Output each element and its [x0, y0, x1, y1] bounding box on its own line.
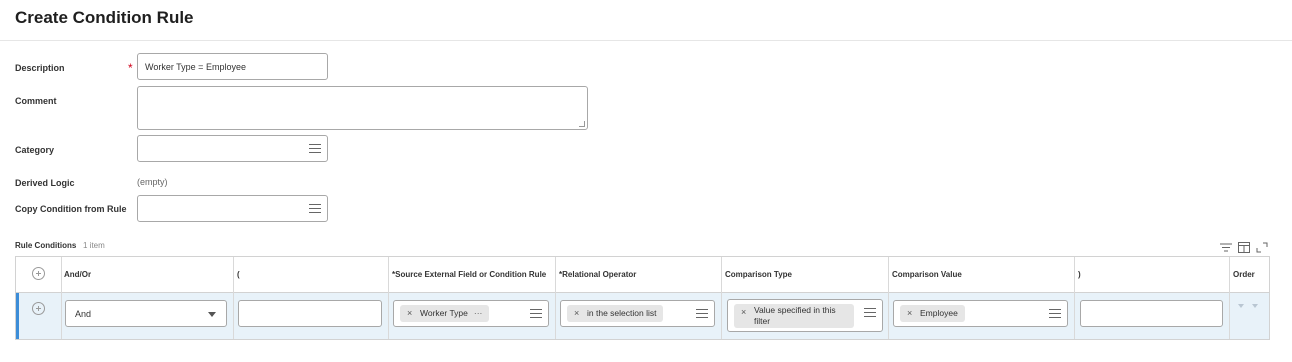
comparison-value-pill[interactable]: × Employee: [900, 305, 965, 322]
remove-icon[interactable]: ×: [741, 307, 746, 318]
copy-condition-label: Copy Condition from Rule: [15, 204, 127, 214]
column-header-comparison-type[interactable]: Comparison Type: [725, 270, 792, 279]
page-title: Create Condition Rule: [15, 8, 194, 27]
source-field-prompt[interactable]: × Worker Type ···: [393, 300, 549, 327]
expand-icon[interactable]: [1256, 240, 1268, 253]
column-header-and-or[interactable]: And/Or: [64, 270, 91, 279]
column-header-open-paren[interactable]: (: [237, 270, 240, 279]
column-divider: [888, 257, 889, 339]
source-field-pill[interactable]: × Worker Type ···: [400, 305, 490, 322]
chevron-down-icon: [208, 312, 216, 317]
add-row-icon[interactable]: [32, 267, 45, 280]
column-header-order[interactable]: Order: [1233, 270, 1255, 279]
remove-icon[interactable]: ×: [407, 305, 412, 322]
move-down-icon[interactable]: [1252, 304, 1258, 308]
category-prompt[interactable]: [137, 135, 328, 162]
list-icon[interactable]: [1049, 309, 1061, 318]
remove-icon[interactable]: ×: [907, 305, 912, 322]
open-paren-input[interactable]: [238, 300, 382, 327]
relational-operator-pill[interactable]: × in the selection list: [567, 305, 664, 322]
relational-operator-prompt[interactable]: × in the selection list: [560, 300, 715, 327]
description-input[interactable]: Worker Type = Employee: [137, 53, 328, 80]
rule-conditions-label: Rule Conditions: [15, 241, 77, 250]
grid-toolbar: [1220, 240, 1268, 253]
list-icon[interactable]: [530, 309, 542, 318]
copy-condition-prompt[interactable]: [137, 195, 328, 222]
columns-icon[interactable]: [1238, 240, 1250, 253]
move-down-icon[interactable]: [1238, 304, 1244, 308]
column-divider: [61, 257, 62, 339]
comparison-value-prompt[interactable]: × Employee: [893, 300, 1068, 327]
column-header-relational-operator[interactable]: *Relational Operator: [559, 270, 636, 279]
insert-row-icon[interactable]: [32, 302, 45, 315]
title-divider: [0, 40, 1292, 41]
rule-conditions-grid: And/Or ( *Source External Field or Condi…: [15, 256, 1270, 340]
comment-label: Comment: [15, 96, 57, 106]
derived-logic-label: Derived Logic: [15, 178, 75, 188]
rule-conditions-count: 1 item: [83, 241, 105, 250]
column-header-source-field[interactable]: *Source External Field or Condition Rule: [392, 270, 546, 279]
filter-icon[interactable]: [1220, 240, 1232, 252]
comparison-type-value: Value specified in this filter: [754, 305, 836, 326]
comment-textarea[interactable]: [137, 86, 588, 130]
column-header-comparison-value[interactable]: Comparison Value: [892, 270, 962, 279]
remove-icon[interactable]: ×: [574, 305, 579, 322]
close-paren-input[interactable]: [1080, 300, 1223, 327]
list-icon[interactable]: [696, 309, 708, 318]
description-label: Description: [15, 63, 65, 73]
more-icon[interactable]: ···: [474, 308, 483, 318]
comparison-type-pill[interactable]: × Value specified in this filter: [734, 304, 854, 328]
source-field-value: Worker Type: [420, 308, 468, 318]
column-divider: [1074, 257, 1075, 339]
column-divider: [721, 257, 722, 339]
column-divider: [1229, 257, 1230, 339]
column-divider: [555, 257, 556, 339]
list-icon[interactable]: [864, 308, 876, 317]
column-divider: [388, 257, 389, 339]
required-indicator: *: [128, 61, 133, 75]
grid-header-row: And/Or ( *Source External Field or Condi…: [16, 257, 1269, 293]
list-icon[interactable]: [309, 144, 321, 153]
resize-handle-icon[interactable]: [579, 121, 585, 127]
column-divider: [233, 257, 234, 339]
derived-logic-value: (empty): [137, 177, 168, 187]
and-or-value: And: [75, 309, 92, 319]
category-label: Category: [15, 145, 55, 155]
description-value: Worker Type = Employee: [145, 62, 246, 72]
and-or-select[interactable]: And: [65, 300, 227, 327]
comparison-type-prompt[interactable]: × Value specified in this filter: [727, 299, 883, 332]
comparison-value-value: Employee: [920, 308, 958, 318]
relational-operator-value: in the selection list: [587, 308, 657, 318]
list-icon[interactable]: [309, 204, 321, 213]
column-header-close-paren[interactable]: ): [1078, 270, 1081, 279]
